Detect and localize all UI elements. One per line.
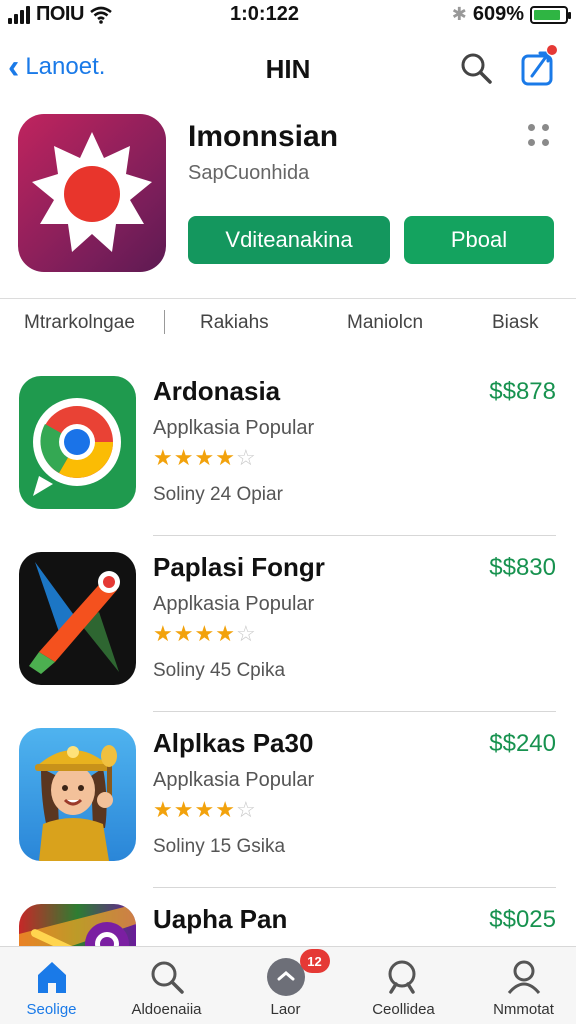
notification-dot — [546, 44, 558, 56]
price-label: $$025 — [489, 906, 556, 933]
tab-bar-item-profile[interactable]: Nmmotat — [466, 947, 576, 1024]
star-filled-icon: ★ — [173, 797, 195, 822]
tab-bar-label: Ceollidea — [372, 1001, 435, 1018]
star-filled-icon: ★ — [153, 621, 174, 646]
rating-stars: ★★★★☆ — [153, 797, 257, 823]
rating-stars: ★★★★☆ — [153, 445, 257, 471]
list-item-meta: Soliny 45 Cpika — [153, 660, 286, 681]
app-icon — [18, 114, 166, 272]
list-item-title: Uapha Pan — [153, 904, 288, 934]
tab-bar-label: Nmmotat — [493, 1001, 554, 1018]
center-hub-icon: 12 — [266, 949, 330, 997]
paint-brush-app-icon — [19, 552, 136, 685]
star-filled-icon: ★ — [153, 797, 174, 822]
star-filled-icon: ★ — [194, 445, 216, 470]
star-filled-icon: ★ — [173, 621, 195, 646]
divider — [0, 298, 576, 299]
tab-bar-item-home[interactable]: Seolige — [0, 947, 109, 1024]
status-left: ПОIU — [8, 3, 112, 26]
search-icon — [147, 957, 187, 997]
star-filled-icon: ★ — [215, 621, 236, 646]
carrier-label: ПОIU — [36, 3, 84, 25]
price-label: $$240 — [489, 730, 556, 757]
bottom-tab-bar: Seolige Aldoenaiia 12 Laor Ceollidea Nmm… — [0, 946, 576, 1024]
star-filled-icon: ★ — [215, 797, 236, 822]
star-filled-icon: ★ — [173, 445, 195, 470]
tab-3[interactable]: Biask — [492, 312, 538, 334]
secondary-action-button[interactable]: Pboal — [404, 216, 554, 264]
price-label: $$830 — [489, 554, 556, 581]
tab-1[interactable]: Rakiahs — [200, 312, 269, 334]
person-icon — [504, 957, 544, 997]
list-item-meta: Soliny 15 Gsika — [153, 836, 286, 857]
battery-percent: 609% — [472, 3, 524, 25]
explorer-character-app-icon — [19, 728, 136, 861]
tab-bar-label: Seolige — [26, 1001, 77, 1018]
status-right: ✱ 609% — [451, 3, 571, 26]
list-item-subtitle: Applkasia Popular — [153, 417, 315, 439]
search-icon[interactable] — [458, 50, 494, 86]
home-icon — [32, 957, 72, 997]
star-filled-icon: ★ — [194, 797, 216, 822]
app-developer: SapCuonhida — [188, 162, 310, 184]
list-item[interactable]: Alplkas Pa30 Applkasia Popular ★★★★☆ Sol… — [0, 712, 576, 888]
primary-action-button[interactable]: Vditeanakina — [188, 216, 390, 264]
status-time: 1:0:122 — [230, 3, 299, 25]
nav-bar: ‹ Lanoet. HIN — [0, 40, 576, 100]
bluetooth-icon: ✱ — [451, 4, 467, 24]
list-item-title: Alplkas Pa30 — [153, 728, 314, 758]
back-chevron-icon: ‹ — [8, 48, 20, 86]
list-item-title: Ardonasia — [153, 376, 281, 406]
wifi-icon — [90, 6, 112, 24]
tab-bar-item-discover[interactable]: Aldoenaiia — [109, 947, 224, 1024]
tab-bar-label: Aldoenaiia — [131, 1001, 202, 1018]
category-tabs: Mtrarkolngae Rakiahs Maniolcn Biask — [0, 306, 576, 342]
tab-bar-item-center[interactable]: 12 Laor — [228, 947, 343, 1024]
app-header: Imonnsian SapCuonhida Vditeanakina Pboal — [0, 110, 576, 290]
app-name: Imonnsian — [188, 120, 339, 153]
chrome-like-app-icon — [19, 376, 136, 509]
tab-bar-label: Laor — [270, 1001, 301, 1018]
list-item-title: Paplasi Fongr — [153, 552, 325, 582]
tab-2[interactable]: Maniolcn — [347, 312, 423, 334]
back-button[interactable]: ‹ Lanoet. — [8, 50, 105, 84]
star-filled-icon: ★ — [153, 445, 174, 470]
list-item[interactable]: Paplasi Fongr Applkasia Popular ★★★★☆ So… — [0, 536, 576, 712]
tab-separator — [164, 310, 165, 334]
star-empty-icon: ☆ — [235, 797, 257, 822]
rating-stars: ★★★★☆ — [153, 621, 257, 647]
share-button[interactable] — [518, 44, 558, 88]
list-item[interactable]: Ardonasia Applkasia Popular ★★★★☆ Soliny… — [0, 360, 576, 536]
more-options-icon[interactable] — [528, 124, 552, 148]
tab-0[interactable]: Mtrarkolngae — [24, 312, 135, 334]
star-filled-icon: ★ — [194, 621, 216, 646]
sun-gear-icon — [32, 132, 152, 252]
tab-bar-item-search[interactable]: Ceollidea — [346, 947, 461, 1024]
list-item-meta: Soliny 24 Opiar — [153, 484, 283, 505]
notification-badge: 12 — [299, 949, 330, 973]
star-filled-icon: ★ — [215, 445, 236, 470]
list-item-subtitle: Applkasia Popular — [153, 593, 315, 615]
status-bar: ПОIU 1:0:122 ✱ 609% — [0, 0, 576, 30]
star-empty-icon: ☆ — [235, 445, 257, 470]
back-label: Lanoet. — [25, 53, 106, 80]
battery-icon — [530, 5, 571, 24]
search-icon — [384, 957, 424, 997]
signal-icon — [8, 5, 30, 24]
price-label: $$878 — [489, 378, 556, 405]
star-empty-icon: ☆ — [235, 621, 257, 646]
list-item-subtitle: Applkasia Popular — [153, 769, 315, 791]
battery-level-fill — [534, 9, 560, 20]
